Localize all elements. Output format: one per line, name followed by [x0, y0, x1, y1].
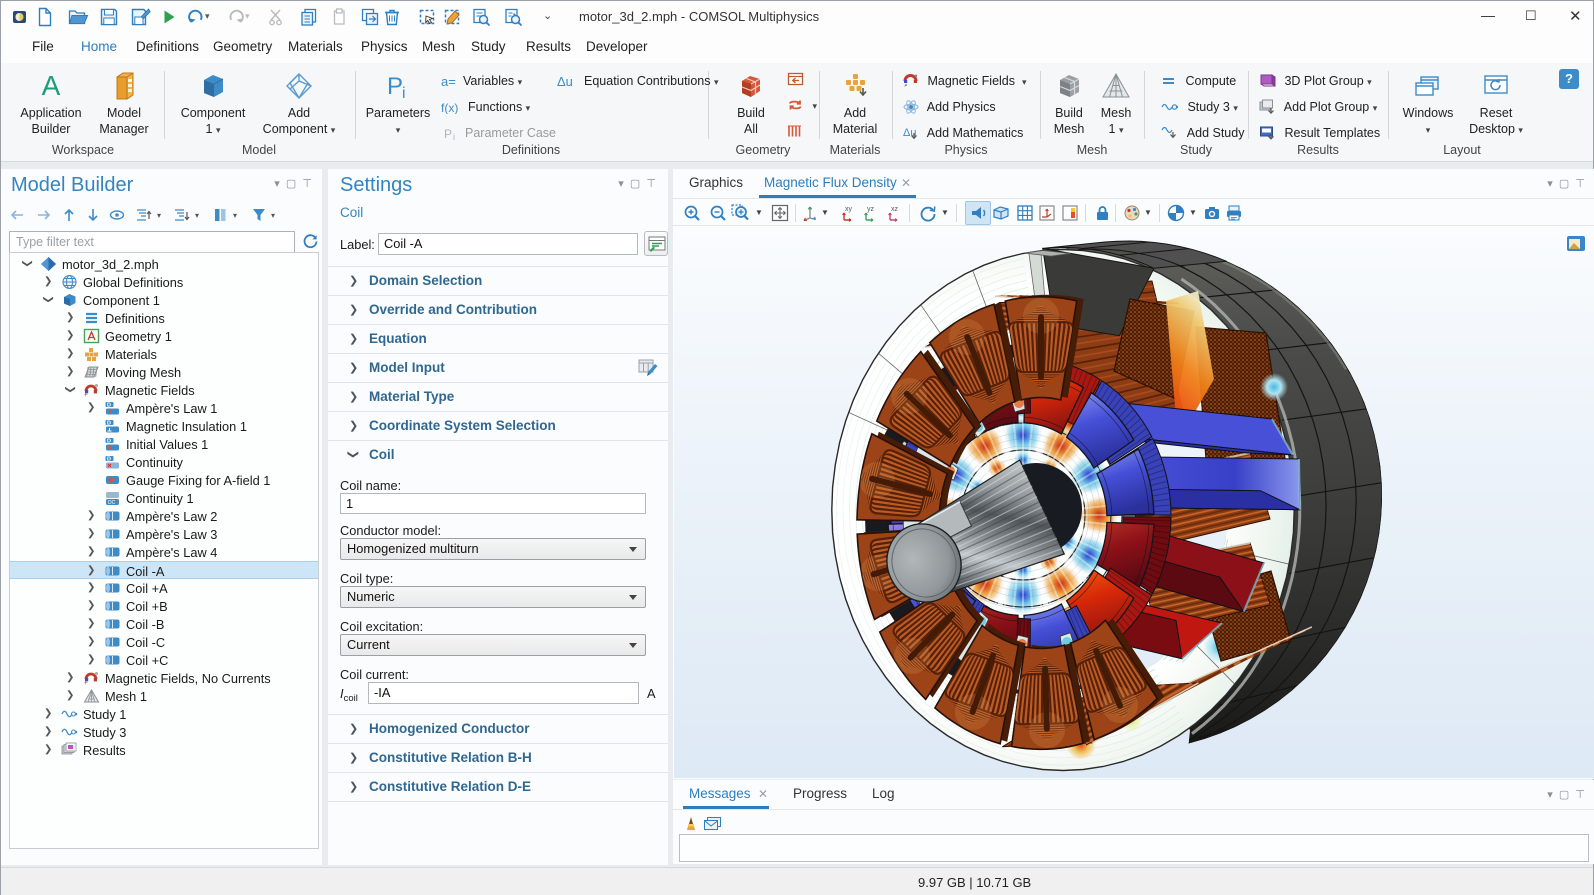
svg-text:DC: DC	[108, 500, 116, 506]
svg-text:f(x): f(x)	[441, 101, 458, 114]
svg-text:Δu: Δu	[557, 74, 573, 88]
svg-text:i: i	[402, 85, 406, 101]
svg-text:P: P	[444, 127, 452, 140]
svg-text:D: D	[107, 457, 111, 463]
svg-text:xy: xy	[845, 206, 853, 213]
svg-text:a=: a=	[441, 74, 456, 88]
svg-text:P: P	[387, 73, 403, 100]
svg-text:D: D	[107, 403, 111, 409]
svg-text:i: i	[453, 132, 455, 140]
svg-text:yz: yz	[867, 206, 875, 213]
svg-text:+: +	[84, 681, 88, 686]
svg-text:+: +	[84, 393, 88, 398]
svg-text:xz: xz	[891, 206, 899, 213]
svg-text:A: A	[42, 71, 61, 101]
svg-text:D: D	[107, 439, 111, 445]
svg-text:D: D	[107, 421, 111, 427]
